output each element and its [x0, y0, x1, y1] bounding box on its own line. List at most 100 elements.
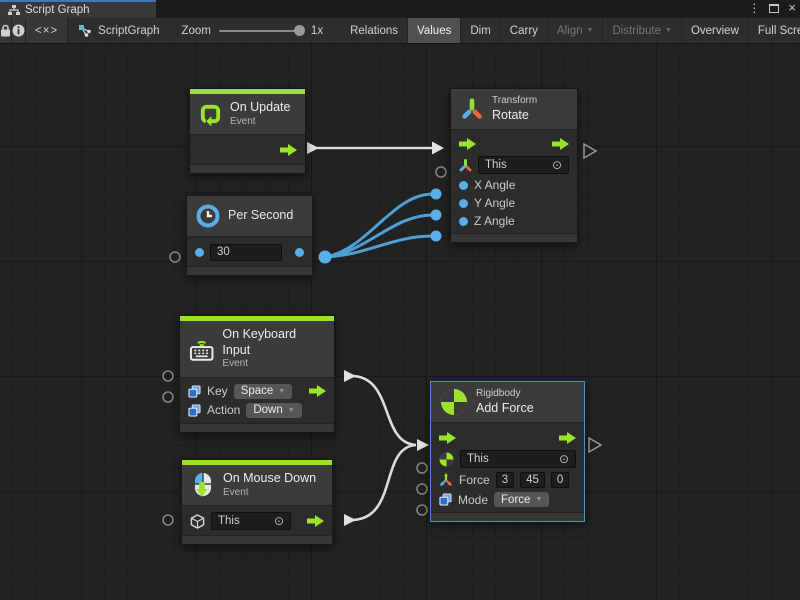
script-graph-icon: [78, 24, 92, 37]
flow-input-port[interactable]: [459, 138, 476, 150]
force-y-field[interactable]: 45: [520, 472, 545, 488]
chevron-down-icon: ▼: [288, 407, 295, 414]
field-value: This: [467, 453, 489, 465]
node-title: Rotate: [492, 108, 537, 124]
mode-dropdown[interactable]: Force ▼: [494, 492, 549, 507]
row-label: Key: [207, 384, 228, 398]
carry-button[interactable]: Carry: [501, 18, 548, 43]
rigidbody-icon: [440, 388, 468, 416]
value-output-port[interactable]: [295, 248, 304, 257]
node-header: On Mouse Down Event: [182, 465, 332, 506]
node-on-update[interactable]: On Update Event: [189, 88, 306, 174]
breadcrumb[interactable]: ScriptGraph: [68, 18, 169, 43]
zoom-slider-handle[interactable]: [294, 25, 305, 36]
tab-script-graph[interactable]: Script Graph: [0, 0, 156, 18]
flow-output-port[interactable]: [559, 432, 576, 444]
wires-layer: [0, 44, 800, 600]
window-maximize-icon[interactable]: [769, 4, 779, 13]
enum-icon: [188, 385, 201, 398]
value-input-port[interactable]: [195, 248, 204, 257]
dim-button[interactable]: Dim: [461, 18, 500, 43]
node-header: On Update Event: [190, 94, 305, 135]
values-button[interactable]: Values: [408, 18, 461, 43]
window-close-icon[interactable]: ×: [788, 1, 796, 15]
value-input-port[interactable]: [459, 181, 468, 190]
graph-tab-icon: [8, 5, 20, 16]
full-screen-button[interactable]: Full Screen: [749, 18, 800, 43]
key-dropdown[interactable]: Space ▼: [234, 384, 293, 399]
row-label: Force: [459, 473, 490, 487]
overview-button[interactable]: Overview: [682, 18, 749, 43]
transform-icon: [460, 97, 484, 121]
node-footer: [451, 233, 577, 242]
value-input-port[interactable]: [459, 217, 468, 226]
node-footer: [182, 535, 332, 544]
node-transform-rotate[interactable]: Transform Rotate: [450, 88, 578, 243]
action-dropdown[interactable]: Down ▼: [246, 403, 301, 418]
chevron-down-icon: ▼: [278, 388, 285, 395]
this-object-field[interactable]: This ⊙: [211, 512, 291, 530]
flow-input-port[interactable]: [439, 432, 456, 444]
this-object-field[interactable]: This ⊙: [478, 156, 569, 174]
node-subtitle: Event: [222, 358, 325, 371]
flow-output-port[interactable]: [552, 138, 569, 150]
window-menu-icon[interactable]: ⋮: [748, 1, 760, 15]
value-input-port[interactable]: [459, 199, 468, 208]
node-header: Per Second: [187, 196, 312, 237]
port-label: X Angle: [474, 178, 515, 192]
relations-button[interactable]: Relations: [341, 18, 408, 43]
mouse-down-icon: [191, 472, 215, 498]
update-event-icon: [199, 103, 222, 126]
zoom-value: 1x: [311, 25, 323, 37]
node-title: Per Second: [228, 208, 293, 224]
node-header: On Keyboard Input Event: [180, 321, 334, 378]
info-icon: [12, 24, 25, 37]
zoom-label: Zoom: [182, 25, 211, 37]
rate-field[interactable]: 30: [210, 244, 282, 261]
field-value: This: [218, 515, 240, 527]
field-value: 30: [217, 246, 230, 258]
node-on-mouse-down[interactable]: On Mouse Down Event This ⊙: [181, 459, 333, 545]
align-dropdown[interactable]: Align ▼: [548, 18, 604, 43]
row-label: Action: [207, 403, 240, 417]
keyboard-icon: [189, 337, 214, 361]
vector3-icon: [439, 473, 453, 487]
flow-output-port[interactable]: [307, 515, 324, 527]
code-view-button[interactable]: <×>: [26, 18, 68, 43]
node-title: On Mouse Down: [223, 471, 316, 487]
object-picker-icon[interactable]: ⊙: [559, 452, 569, 466]
flow-output-port[interactable]: [280, 144, 297, 156]
node-footer: [187, 266, 312, 275]
object-picker-icon[interactable]: ⊙: [552, 158, 562, 172]
node-rigidbody-add-force[interactable]: Rigidbody Add Force: [430, 381, 585, 522]
dropdown-value: Force: [501, 494, 530, 506]
distribute-label: Distribute: [612, 25, 661, 37]
port-label: Z Angle: [474, 214, 515, 228]
zoom-slider[interactable]: [219, 30, 303, 32]
info-button[interactable]: [12, 18, 26, 43]
clock-icon: [196, 204, 220, 228]
force-x-field[interactable]: 3: [496, 472, 514, 488]
node-header: Transform Rotate: [451, 89, 577, 130]
node-header: Rigidbody Add Force: [431, 382, 584, 423]
dropdown-value: Down: [253, 404, 282, 416]
graph-canvas[interactable]: On Update Event Tr: [0, 44, 800, 600]
flow-output-port[interactable]: [309, 385, 326, 397]
transform-icon: [459, 159, 472, 172]
chevron-down-icon: ▼: [587, 27, 594, 34]
zoom-control: Zoom 1x: [170, 18, 336, 43]
rigidbody-icon: [439, 452, 454, 467]
lock-button[interactable]: [0, 18, 12, 43]
force-z-field[interactable]: 0: [551, 472, 569, 488]
node-title: On Update: [230, 100, 290, 116]
chevron-down-icon: ▼: [535, 496, 542, 503]
object-picker-icon[interactable]: ⊙: [274, 514, 284, 528]
node-on-keyboard-input[interactable]: On Keyboard Input Event Key Space ▼: [179, 315, 335, 433]
node-category: Transform: [492, 95, 537, 108]
dropdown-value: Space: [241, 385, 274, 397]
node-category: Rigidbody: [476, 388, 534, 401]
node-per-second[interactable]: Per Second 30: [186, 195, 313, 276]
node-footer: [431, 512, 584, 521]
this-object-field[interactable]: This ⊙: [460, 450, 576, 468]
distribute-dropdown[interactable]: Distribute ▼: [603, 18, 682, 43]
